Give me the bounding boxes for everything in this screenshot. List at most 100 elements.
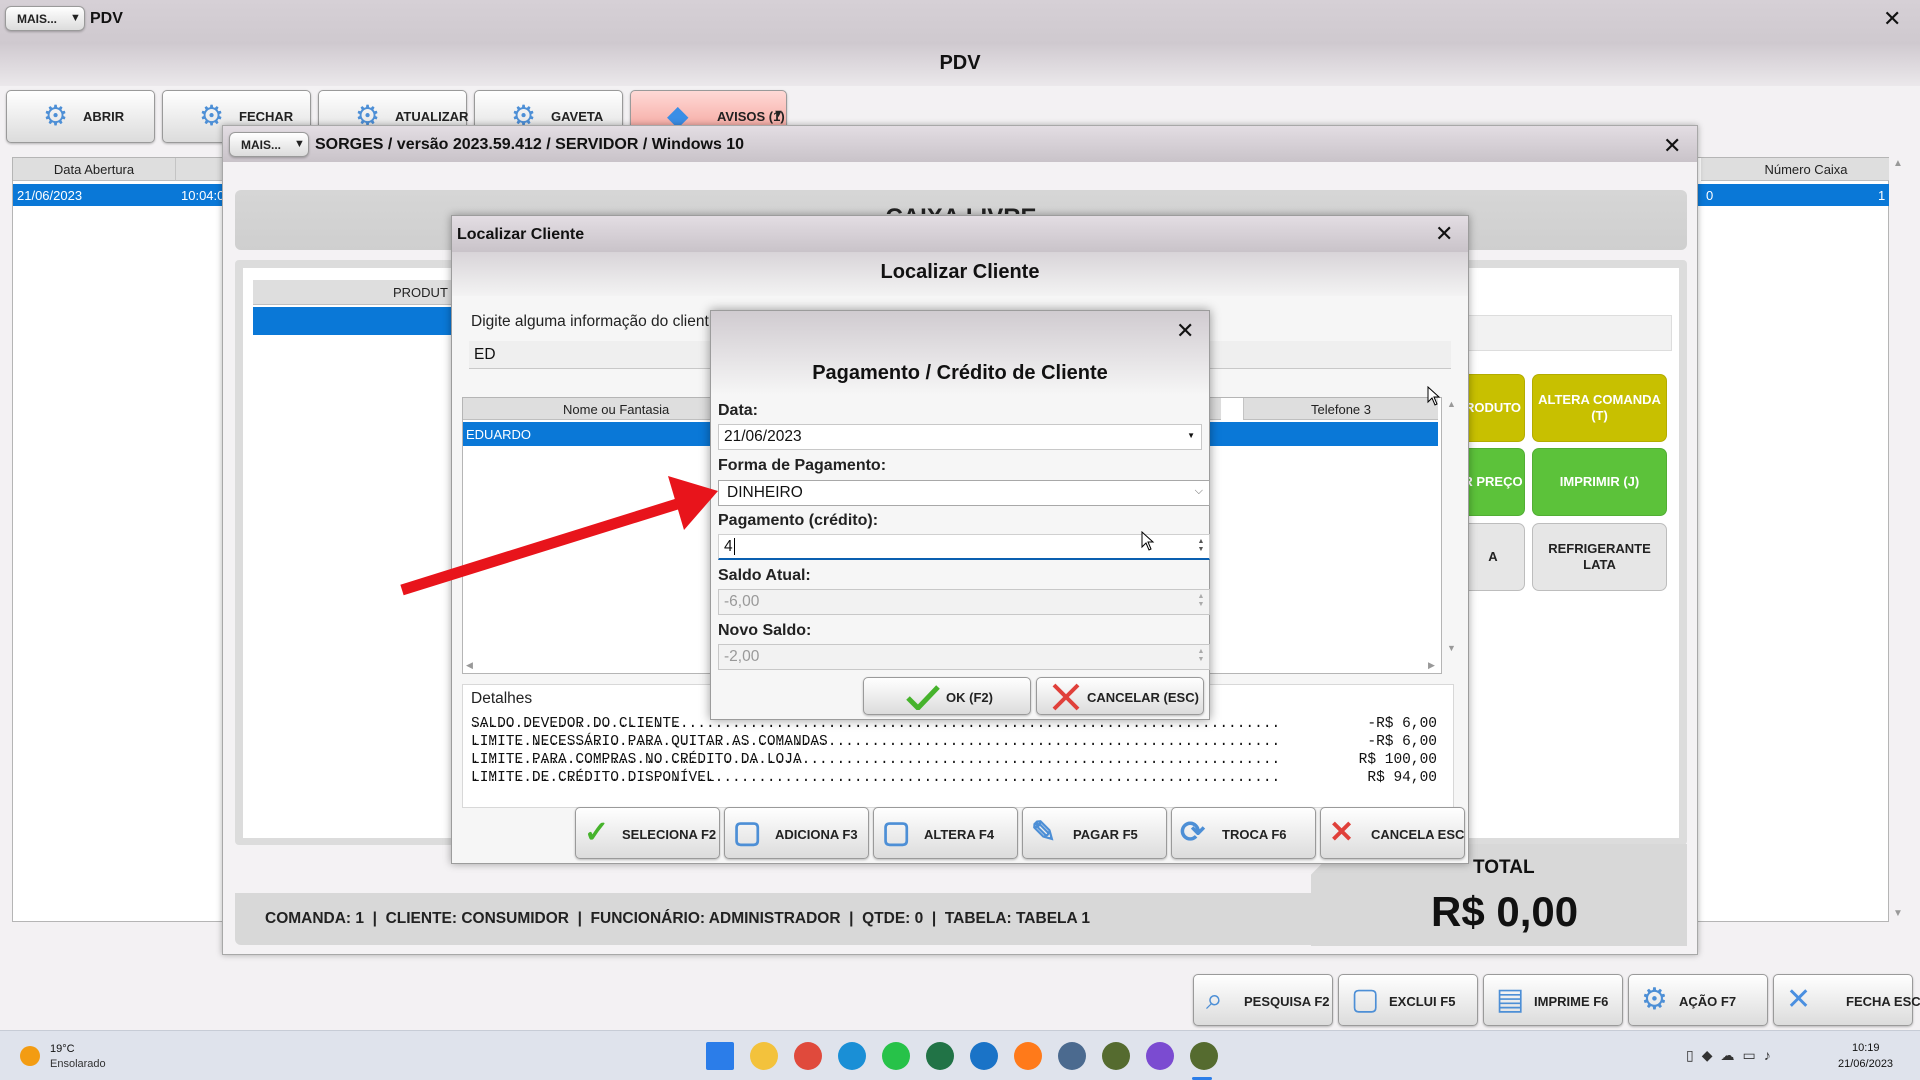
vertical-scrollbar[interactable] — [1889, 158, 1890, 923]
localizar-button-0[interactable]: ✓ SELECIONA F2 — [575, 807, 720, 859]
bottom-button-0[interactable]: ⌕ PESQUISA F2 — [1193, 974, 1333, 1026]
forma-select[interactable]: DINHEIRO ⌵ — [718, 480, 1210, 506]
cancel-button-label: CANCELAR (ESC) — [1087, 690, 1199, 705]
scroll-up-icon[interactable]: ▲ — [1893, 158, 1903, 169]
bottom-button-3[interactable]: ⚙ AÇÃO F7 — [1628, 974, 1768, 1026]
status-line: COMANDA: 1 | CLIENTE: CONSUMIDOR | FUNCI… — [265, 910, 1091, 927]
col-numero-caixa[interactable]: Número Caixa — [1723, 158, 1889, 181]
bottom-button-4[interactable]: ✕ FECHA ESC — [1773, 974, 1920, 1026]
chevron-down-icon[interactable]: ▼ — [1187, 431, 1195, 440]
pagamento-header: ✕ Pagamento / Crédito de Cliente — [711, 311, 1209, 395]
product-tile-0[interactable]: RODUTO — [1461, 374, 1525, 442]
main-titlebar: MAIS... ▼ PDV ✕ — [0, 0, 1920, 44]
col-data-abertura[interactable]: Data Abertura — [13, 158, 176, 181]
product-tile-4[interactable]: A — [1461, 523, 1525, 591]
main-menu-button[interactable]: MAIS... ▼ — [5, 6, 85, 31]
scroll-down-icon[interactable]: ▼ — [1893, 908, 1903, 919]
stepper-icon[interactable]: ▲ ▼ — [1195, 538, 1207, 554]
row-date: 21/06/2023 — [17, 188, 83, 203]
localizar-button-5[interactable]: ✕ CANCELA ESC — [1320, 807, 1465, 859]
chrome-icon[interactable] — [794, 1042, 822, 1070]
mail-icon[interactable] — [970, 1042, 998, 1070]
sorges-app-active-icon[interactable] — [1190, 1042, 1218, 1070]
scroll-right-icon[interactable]: ▶ — [1428, 660, 1435, 671]
edge-icon[interactable] — [838, 1042, 866, 1070]
clock-time[interactable]: 10:19 — [1852, 1042, 1880, 1054]
detalhes-row-value: -R$ 6,00 — [1367, 734, 1437, 750]
caixa-close-icon[interactable]: ✕ — [1663, 136, 1681, 158]
check-icon — [906, 685, 940, 710]
detalhes-row-value: -R$ 6,00 — [1367, 716, 1437, 732]
product-tile-3[interactable]: IMPRIMIR (J) — [1532, 448, 1667, 516]
stepper-icon: ▲ ▼ — [1197, 593, 1205, 608]
bottom-button-label: FECHA ESC — [1846, 994, 1920, 1009]
mouse-cursor-icon — [1427, 386, 1441, 406]
pagamento-close-icon[interactable]: ✕ — [1176, 321, 1194, 343]
toolbar-button-label: ABRIR — [83, 109, 125, 124]
whatsapp-icon[interactable] — [882, 1042, 910, 1070]
main-close-icon[interactable]: ✕ — [1883, 9, 1901, 31]
close-x-icon — [1052, 683, 1080, 711]
refresh-icon: ⟳ — [1180, 816, 1206, 849]
chevron-down-icon: ▼ — [70, 12, 81, 24]
scroll-up-icon[interactable]: ▲ — [1447, 399, 1456, 409]
saldo-atual-label: Saldo Atual: — [718, 567, 811, 584]
gear-icon: ⚙ — [199, 100, 225, 131]
caixa-menu-button-label: MAIS... — [241, 138, 282, 152]
scroll-left-icon[interactable]: ◀ — [466, 660, 473, 671]
chevron-down-icon: ▼ — [294, 138, 305, 150]
spreadsheet-icon[interactable] — [926, 1042, 954, 1070]
localizar-close-icon[interactable]: ✕ — [1435, 224, 1453, 246]
forma-value: DINHEIRO — [727, 484, 803, 501]
document-add-icon: ▢ — [733, 816, 762, 849]
localizar-heading: Localizar Cliente — [880, 261, 1040, 283]
data-label: Data: — [718, 402, 759, 419]
stepper-icon: ▲ ▼ — [1197, 648, 1205, 663]
settings-icon[interactable] — [1058, 1042, 1086, 1070]
bottom-button-2[interactable]: ▤ IMPRIME F6 — [1483, 974, 1623, 1026]
col-nome[interactable]: Nome ou Fantasia — [463, 398, 723, 420]
localizar-button-3[interactable]: ✎ PAGAR F5 — [1022, 807, 1167, 859]
bottom-button-1[interactable]: ▢ EXCLUI F5 — [1338, 974, 1478, 1026]
clock-date[interactable]: 21/06/2023 — [1838, 1058, 1893, 1070]
pagamento-input[interactable]: 4 ▲ ▼ — [718, 534, 1210, 560]
bottom-button-label: IMPRIME F6 — [1534, 994, 1609, 1009]
caixa-banner-text: CAIXA LIVRE — [235, 204, 1687, 214]
localizar-heading-bar: Localizar Cliente — [452, 252, 1468, 296]
col-telefone[interactable]: Telefone 3 — [1243, 398, 1438, 420]
bottom-button-label: PESQUISA F2 — [1244, 994, 1330, 1009]
data-field[interactable]: 21/06/2023 ▼ — [718, 424, 1202, 450]
localizar-button-label: PAGAR F5 — [1073, 827, 1138, 842]
search-label: Digite alguma informação do client — [471, 313, 709, 330]
windows-start-icon[interactable] — [706, 1042, 734, 1070]
payment-icon: ✎ — [1031, 816, 1057, 849]
localizar-button-1[interactable]: ▢ ADICIONA F3 — [724, 807, 869, 859]
localizar-button-2[interactable]: ▢ ALTERA F4 — [873, 807, 1018, 859]
saldo-atual-value: -6,00 — [724, 593, 760, 610]
saldo-atual-field[interactable]: -6,00 ▲ ▼ — [718, 589, 1210, 615]
col-mid[interactable] — [1701, 158, 1723, 181]
firefox-icon[interactable] — [1014, 1042, 1042, 1070]
chevron-down-icon[interactable]: ▼ — [773, 108, 784, 120]
toolbar-button-0[interactable]: ⚙ ABRIR — [6, 90, 155, 143]
cancel-button[interactable]: CANCELAR (ESC) — [1036, 677, 1204, 715]
chevron-down-icon[interactable]: ⌵ — [1195, 485, 1203, 498]
tray-icons[interactable]: ▯◆☁▭♪ — [1686, 1047, 1779, 1064]
novo-saldo-field[interactable]: -2,00 ▲ ▼ — [718, 644, 1210, 670]
product-tile-1[interactable]: ALTERA COMANDA (T) — [1532, 374, 1667, 442]
main-heading-bar: PDV — [0, 44, 1920, 86]
detalhes-lines: SALDO DEVEDOR DO CLIENTE................… — [471, 715, 1451, 787]
localizar-button-4[interactable]: ⟳ TROCA F6 — [1171, 807, 1316, 859]
total-value: R$ 0,00 — [1431, 888, 1579, 935]
scroll-down-icon[interactable]: ▼ — [1447, 643, 1456, 653]
detalhes-row-dots: ........................................… — [471, 752, 1281, 768]
file-explorer-icon[interactable] — [750, 1042, 778, 1070]
ok-button[interactable]: OK (F2) — [863, 677, 1031, 715]
sorges-app-icon[interactable] — [1102, 1042, 1130, 1070]
product-tile-5[interactable]: REFRIGERANTE LATA — [1532, 523, 1667, 591]
product-tile-2[interactable]: R PREÇO — [1461, 448, 1525, 516]
video-editor-icon[interactable] — [1146, 1042, 1174, 1070]
document-edit-icon: ▢ — [882, 816, 911, 849]
caixa-menu-button[interactable]: MAIS... ▼ — [229, 132, 309, 157]
localizar-button-label: ADICIONA F3 — [775, 827, 858, 842]
